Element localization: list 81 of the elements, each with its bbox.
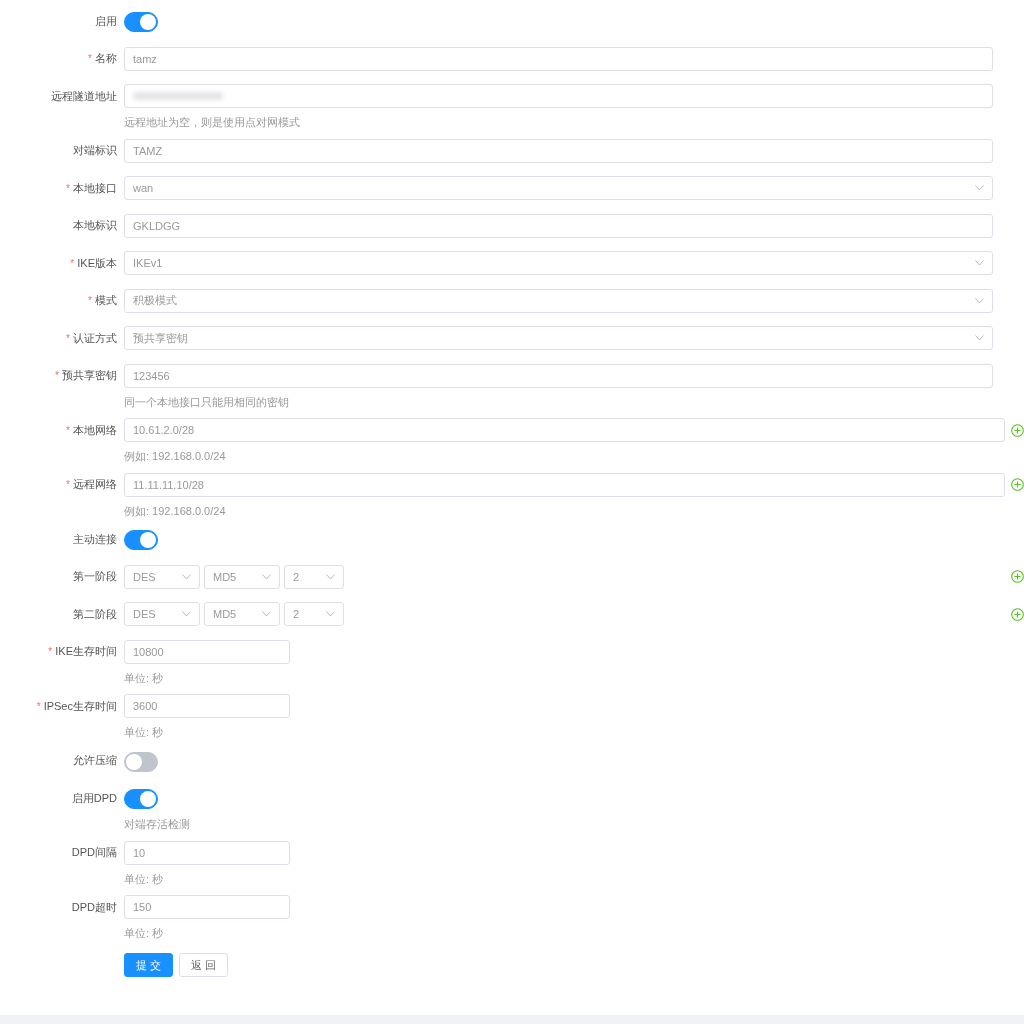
field-label: 第一阶段 bbox=[73, 569, 117, 584]
add-circle-icon[interactable] bbox=[1011, 478, 1024, 491]
field-label: 主动连接 bbox=[73, 531, 117, 547]
select-field[interactable]: 2 bbox=[284, 564, 344, 589]
toggle-switch[interactable] bbox=[124, 789, 158, 809]
input-field[interactable]: 10800 bbox=[124, 639, 290, 664]
required-asterisk: * bbox=[48, 646, 53, 657]
submit-button[interactable]: 提 交 bbox=[124, 953, 174, 977]
chevron-down-icon bbox=[326, 573, 335, 580]
add-circle-icon[interactable] bbox=[1011, 570, 1024, 583]
field-label: 本地标识 bbox=[73, 218, 117, 233]
field-label: 启用DPD bbox=[71, 790, 117, 806]
input-field[interactable]: 10.61.2.0/28 bbox=[124, 418, 1005, 442]
back-button[interactable]: 返 回 bbox=[179, 953, 229, 977]
field-label: 对端标识 bbox=[73, 143, 117, 158]
chevron-down-icon bbox=[975, 335, 984, 341]
field-label: IPSec生存时间 bbox=[43, 698, 117, 714]
help-text: 单位: 秒 bbox=[124, 725, 164, 740]
required-asterisk: * bbox=[66, 182, 70, 194]
add-circle-icon[interactable] bbox=[1011, 607, 1024, 621]
chevron-down-icon bbox=[262, 611, 271, 617]
chevron-down-icon bbox=[975, 297, 984, 304]
required-asterisk: * bbox=[36, 700, 41, 712]
field-label: 远程隧道地址 bbox=[51, 88, 117, 104]
input-field[interactable]: 150 bbox=[124, 895, 290, 919]
required-asterisk: * bbox=[55, 370, 59, 381]
required-asterisk: * bbox=[88, 295, 92, 306]
select-field[interactable]: 预共享密钥 bbox=[124, 326, 993, 350]
input-field[interactable]: 10 bbox=[124, 840, 290, 865]
required-asterisk: * bbox=[66, 424, 70, 436]
chevron-down-icon bbox=[326, 611, 335, 617]
field-label: 名称 bbox=[95, 51, 117, 66]
required-asterisk: * bbox=[88, 53, 92, 64]
field-label: IKE版本 bbox=[77, 255, 117, 271]
chevron-down-icon bbox=[975, 185, 984, 191]
select-field[interactable]: MD5 bbox=[204, 564, 280, 589]
field-label: 本地网络 bbox=[73, 422, 117, 438]
input-field[interactable]: 11.11.11.10/28 bbox=[124, 472, 1005, 497]
select-field[interactable]: DES bbox=[124, 602, 200, 626]
input-field[interactable]: TAMZ bbox=[124, 138, 993, 163]
field-label: 允许压缩 bbox=[73, 753, 117, 768]
select-field[interactable]: wan bbox=[124, 176, 993, 200]
input-field[interactable] bbox=[124, 84, 993, 108]
select-field[interactable]: 2 bbox=[284, 602, 344, 626]
field-label: 远程网络 bbox=[73, 477, 117, 492]
toggle-switch[interactable] bbox=[124, 530, 158, 550]
field-label: IKE生存时间 bbox=[55, 644, 117, 659]
input-field[interactable]: 3600 bbox=[124, 694, 290, 718]
chevron-down-icon bbox=[262, 573, 271, 580]
select-field[interactable]: IKEv1 bbox=[124, 251, 993, 275]
help-text: 单位: 秒 bbox=[124, 670, 164, 686]
help-text: 单位: 秒 bbox=[124, 926, 164, 941]
toggle-switch[interactable] bbox=[124, 751, 158, 772]
help-text: 对端存活检测 bbox=[124, 817, 190, 832]
field-label: 预共享密钥 bbox=[62, 368, 117, 383]
required-asterisk: * bbox=[66, 332, 70, 344]
input-field[interactable]: 123456 bbox=[124, 363, 993, 388]
select-field[interactable]: MD5 bbox=[204, 602, 280, 626]
field-label: DPD超时 bbox=[71, 899, 117, 915]
toggle-switch[interactable] bbox=[124, 12, 158, 32]
select-field[interactable]: 积极模式 bbox=[124, 288, 993, 313]
field-label: 第二阶段 bbox=[73, 606, 117, 622]
input-field[interactable]: GKLDGG bbox=[124, 213, 993, 238]
help-text: 远程地址为空，则是使用点对网模式 bbox=[124, 115, 300, 130]
add-circle-icon[interactable] bbox=[1011, 423, 1024, 437]
chevron-down-icon bbox=[182, 611, 191, 617]
help-text: 同一个本地接口只能用相同的密钥 bbox=[124, 394, 289, 410]
help-text: 例如: 192.168.0.0/24 bbox=[124, 503, 226, 519]
required-asterisk: * bbox=[70, 257, 75, 269]
help-text: 单位: 秒 bbox=[124, 871, 164, 887]
input-field[interactable]: tamz bbox=[124, 46, 993, 71]
help-text: 例如: 192.168.0.0/24 bbox=[124, 449, 226, 464]
chevron-down-icon bbox=[182, 573, 191, 580]
field-label: 本地接口 bbox=[73, 180, 117, 196]
field-label: 认证方式 bbox=[73, 330, 117, 346]
required-asterisk: * bbox=[66, 479, 70, 490]
chevron-down-icon bbox=[975, 260, 984, 266]
field-label: DPD间隔 bbox=[71, 845, 117, 860]
select-field[interactable]: DES bbox=[124, 564, 200, 589]
field-label: 模式 bbox=[95, 293, 117, 308]
field-label: 启用 bbox=[95, 13, 117, 29]
